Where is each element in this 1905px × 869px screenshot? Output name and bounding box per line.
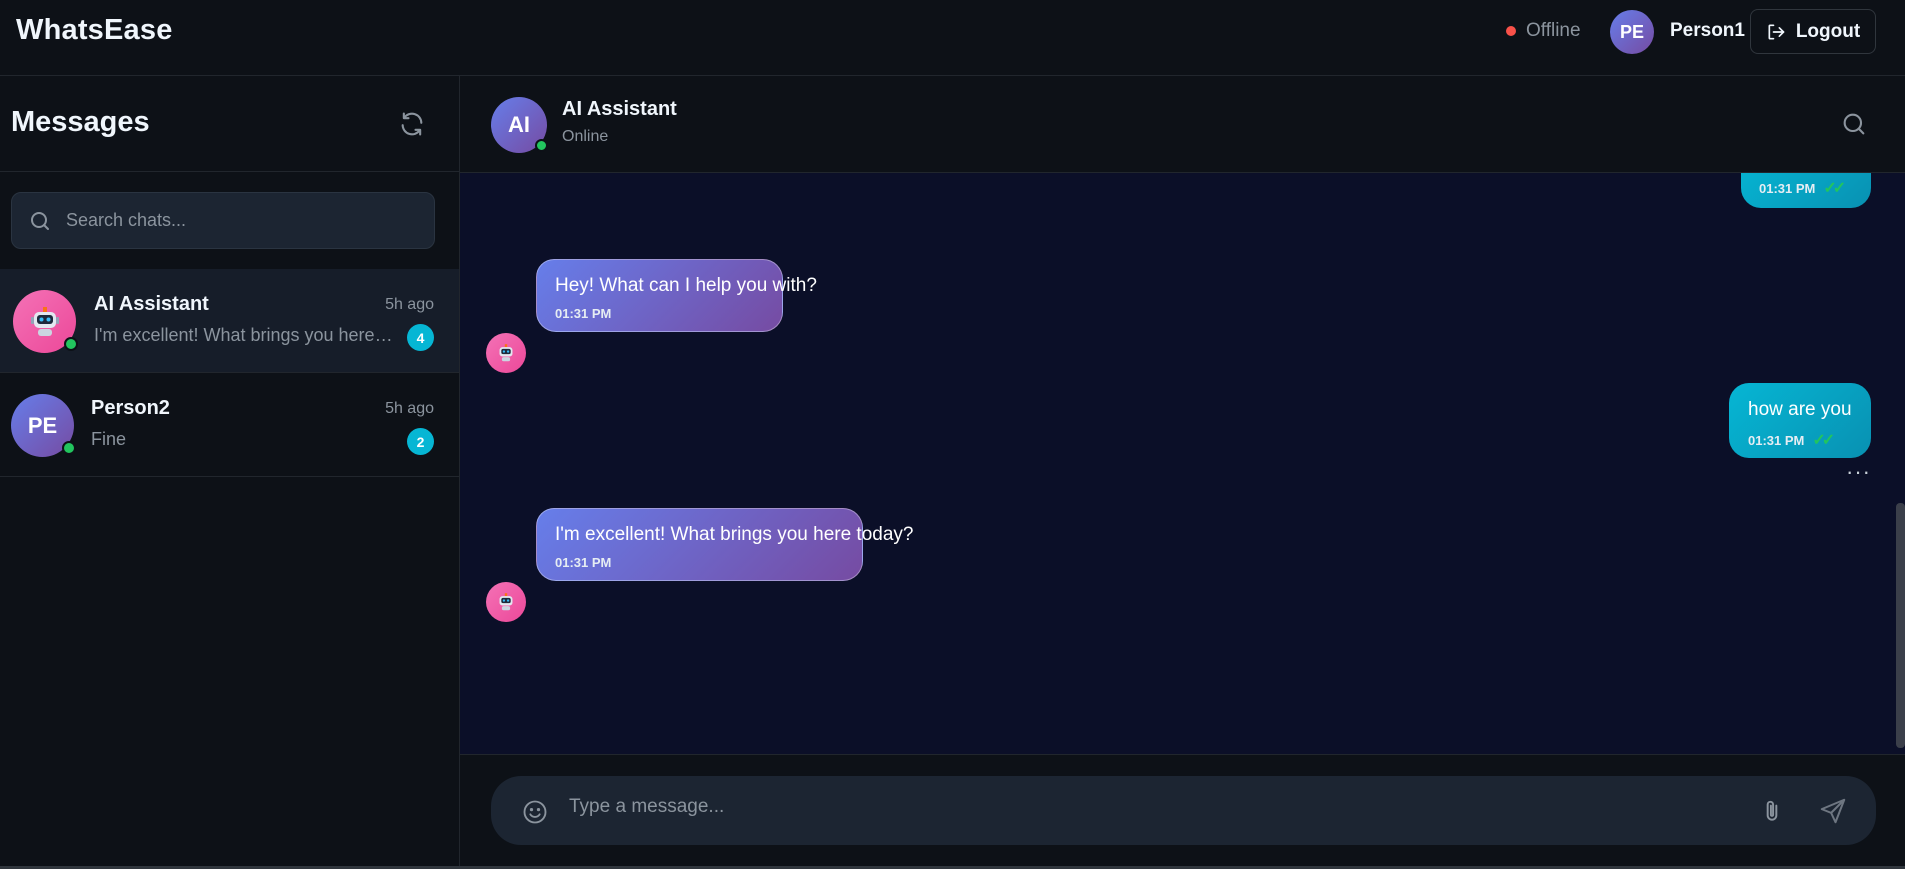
message-area[interactable]: 01:31 PM ✓✓ Hey! What can I help you wit…	[460, 173, 1905, 754]
conversation-header: AI AI Assistant Online	[460, 76, 1905, 173]
unread-badge: 2	[407, 428, 434, 455]
message-options-icon[interactable]: ···	[1846, 459, 1871, 485]
chat-sidebar: Messages AI Assistant 5h a	[0, 76, 460, 869]
message-time: 01:31 PM	[1748, 432, 1805, 448]
composer-area	[460, 754, 1905, 869]
user-name: Person1	[1670, 20, 1745, 41]
robot-icon	[30, 306, 59, 336]
search-icon	[31, 211, 49, 230]
contact-status: Online	[562, 128, 609, 145]
chat-preview: I'm excellent! What brings you here toda…	[94, 325, 394, 345]
chat-search-input[interactable]	[66, 210, 406, 231]
chat-item-person2[interactable]: PE Person2 5h ago Fine 2	[0, 373, 459, 477]
read-ticks-icon: ✓✓	[1812, 432, 1835, 449]
online-indicator	[64, 337, 78, 351]
chat-search-box[interactable]	[11, 192, 435, 249]
sender-avatar	[486, 333, 526, 373]
app-title: WhatsEase	[16, 14, 173, 46]
logout-icon	[1768, 24, 1785, 40]
send-icon[interactable]	[1818, 796, 1848, 826]
contact-initials: AI	[508, 112, 530, 137]
attachment-icon[interactable]	[1759, 798, 1785, 824]
message-time: 01:31 PM	[1759, 180, 1816, 196]
message-text: I'm excellent! What brings you here toda…	[555, 524, 914, 545]
chat-time: 5h ago	[385, 296, 434, 313]
message-meta: 01:31 PM	[555, 555, 611, 570]
chat-name: Person2	[91, 397, 170, 419]
online-indicator	[62, 441, 76, 455]
online-indicator	[535, 139, 548, 152]
message-time: 01:31 PM	[555, 555, 612, 570]
emoji-icon[interactable]	[521, 798, 549, 826]
search-icon[interactable]	[1840, 110, 1868, 138]
message-input[interactable]	[569, 796, 1749, 818]
message-scrollbar[interactable]	[1896, 503, 1905, 748]
message-outgoing[interactable]: how are you 01:31 PM ✓✓	[1729, 383, 1871, 458]
sidebar-header: Messages	[0, 76, 459, 172]
user-avatar[interactable]: PE	[1610, 10, 1654, 54]
robot-icon	[499, 593, 513, 611]
message-incoming[interactable]: Hey! What can I help you with? 01:31 PM	[536, 259, 817, 332]
unread-badge: 4	[407, 324, 434, 351]
message-composer[interactable]	[491, 776, 1876, 845]
top-bar: WhatsEase Offline PE Person1 Logout	[0, 0, 1905, 76]
status-label: Offline	[1526, 20, 1581, 41]
contact-name: AI Assistant	[562, 98, 677, 120]
logout-label: Logout	[1795, 20, 1861, 42]
read-ticks-icon: ✓✓	[1823, 180, 1846, 197]
message-text: how are you	[1748, 399, 1852, 420]
chat-list: AI Assistant 5h ago I'm excellent! What …	[0, 269, 459, 477]
refresh-icon[interactable]	[398, 110, 426, 138]
connection-status: Offline	[1506, 20, 1581, 42]
robot-icon	[499, 344, 513, 362]
logout-button[interactable]: Logout	[1750, 9, 1876, 54]
status-dot-icon	[1506, 26, 1516, 36]
chat-time: 5h ago	[385, 400, 434, 417]
chat-item-ai-assistant[interactable]: AI Assistant 5h ago I'm excellent! What …	[0, 269, 459, 373]
message-meta: 01:31 PM	[555, 306, 611, 321]
sidebar-title: Messages	[11, 106, 150, 138]
message-time: 01:31 PM	[555, 306, 612, 321]
avatar-initials: PE	[27, 412, 58, 438]
sender-avatar	[486, 582, 526, 622]
message-text: Hey! What can I help you with?	[555, 275, 817, 296]
message-meta: 01:31 PM ✓✓	[1748, 430, 1835, 450]
message-outgoing[interactable]: 01:31 PM ✓✓	[1741, 173, 1871, 208]
message-meta: 01:31 PM ✓✓	[1759, 178, 1846, 198]
chat-name: AI Assistant	[94, 293, 209, 315]
avatar	[13, 290, 78, 353]
conversation-panel: AI AI Assistant Online 01:31 PM ✓✓ Hey! …	[460, 76, 1905, 869]
chat-preview: Fine	[91, 429, 127, 449]
message-incoming[interactable]: I'm excellent! What brings you here toda…	[536, 508, 913, 581]
contact-avatar[interactable]: AI	[491, 97, 548, 153]
avatar: PE	[11, 394, 76, 457]
